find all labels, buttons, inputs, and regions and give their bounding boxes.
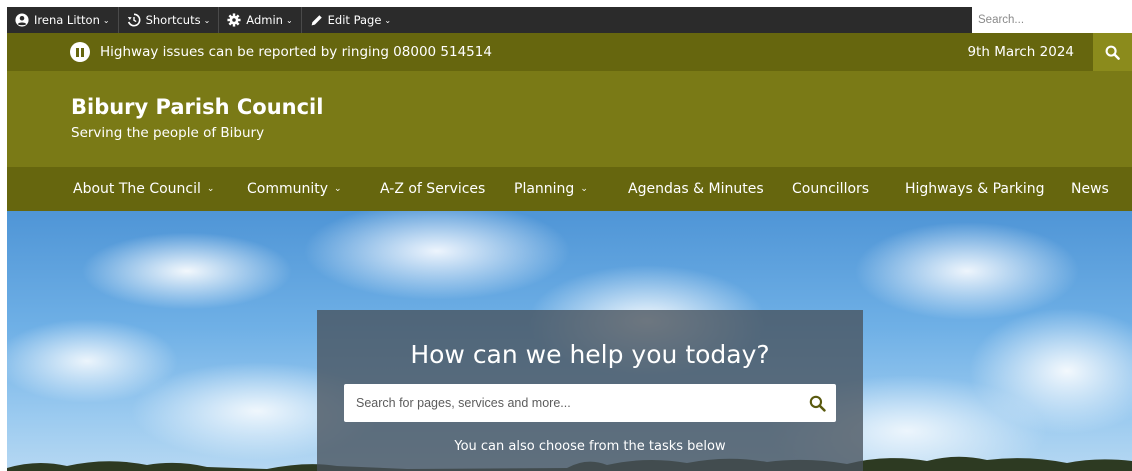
pause-icon bbox=[75, 47, 85, 57]
shortcuts-menu[interactable]: Shortcuts ⌄ bbox=[119, 7, 220, 33]
chevron-down-icon: ⌄ bbox=[102, 15, 110, 25]
help-search-button[interactable] bbox=[806, 392, 828, 414]
nav-item-label: Planning bbox=[514, 181, 575, 197]
nav-item-community[interactable]: Community ⌄ bbox=[247, 167, 342, 211]
help-search-input[interactable] bbox=[344, 384, 784, 422]
current-date: 9th March 2024 bbox=[967, 44, 1074, 60]
alert-bar: Highway issues can be reported by ringin… bbox=[7, 33, 1132, 71]
user-menu[interactable]: Irena Litton ⌄ bbox=[7, 7, 119, 33]
main-navigation: About The Council ⌄ Community ⌄ A-Z of S… bbox=[7, 167, 1132, 211]
user-menu-label: Irena Litton bbox=[34, 13, 100, 27]
help-search-box bbox=[344, 384, 836, 422]
chevron-down-icon: ⌄ bbox=[580, 184, 588, 194]
chevron-down-icon: ⌄ bbox=[384, 15, 392, 25]
nav-item-label: Community bbox=[247, 181, 329, 197]
search-icon bbox=[809, 395, 826, 412]
chevron-down-icon: ⌄ bbox=[334, 184, 342, 194]
alert-message: Highway issues can be reported by ringin… bbox=[100, 44, 492, 60]
nav-item-label: A-Z of Services bbox=[380, 181, 486, 197]
nav-item-a-z-of-services[interactable]: A-Z of Services bbox=[380, 167, 485, 211]
chevron-down-icon: ⌄ bbox=[203, 15, 211, 25]
gear-icon bbox=[227, 13, 241, 27]
site-subtitle: Serving the people of Bibury bbox=[71, 125, 265, 141]
nav-item-label: Agendas & Minutes bbox=[628, 181, 764, 197]
tasks-hint: You can also choose from the tasks below bbox=[454, 439, 726, 454]
search-icon bbox=[1105, 45, 1120, 60]
pencil-icon bbox=[311, 14, 322, 25]
nav-item-label: About The Council bbox=[73, 181, 201, 197]
nav-item-agendas-minutes[interactable]: Agendas & Minutes bbox=[628, 167, 764, 211]
admin-menu-label: Admin bbox=[246, 13, 283, 27]
nav-item-councillors[interactable]: Councillors bbox=[792, 167, 869, 211]
site-header: Bibury Parish Council Serving the people… bbox=[7, 71, 1132, 167]
shortcuts-menu-label: Shortcuts bbox=[145, 13, 201, 27]
help-search-panel: How can we help you today? You can also … bbox=[317, 310, 863, 471]
nav-item-label: Councillors bbox=[792, 181, 870, 197]
help-heading: How can we help you today? bbox=[410, 340, 770, 369]
user-circle-icon bbox=[15, 13, 29, 27]
nav-item-label: Highways & Parking bbox=[905, 181, 1045, 197]
nav-item-about-the-council[interactable]: About The Council ⌄ bbox=[73, 167, 214, 211]
nav-item-planning[interactable]: Planning ⌄ bbox=[514, 167, 588, 211]
edit-page-menu[interactable]: Edit Page ⌄ bbox=[302, 7, 399, 33]
admin-menu[interactable]: Admin ⌄ bbox=[219, 7, 302, 33]
chevron-down-icon: ⌄ bbox=[206, 184, 215, 194]
pause-button[interactable] bbox=[70, 42, 90, 62]
nav-item-label: News bbox=[1071, 181, 1109, 197]
history-icon bbox=[127, 13, 141, 27]
site-title[interactable]: Bibury Parish Council bbox=[71, 95, 323, 119]
edit-page-menu-label: Edit Page bbox=[327, 13, 382, 27]
admin-toolbar: Irena Litton ⌄ Shortcuts ⌄ Admin ⌄ Edit … bbox=[7, 7, 1132, 33]
admin-search-input[interactable] bbox=[972, 7, 1132, 33]
chevron-down-icon: ⌄ bbox=[285, 15, 293, 25]
site-search-button[interactable] bbox=[1093, 33, 1132, 71]
nav-item-news[interactable]: News bbox=[1071, 167, 1109, 211]
nav-item-highways-parking[interactable]: Highways & Parking bbox=[905, 167, 1045, 211]
